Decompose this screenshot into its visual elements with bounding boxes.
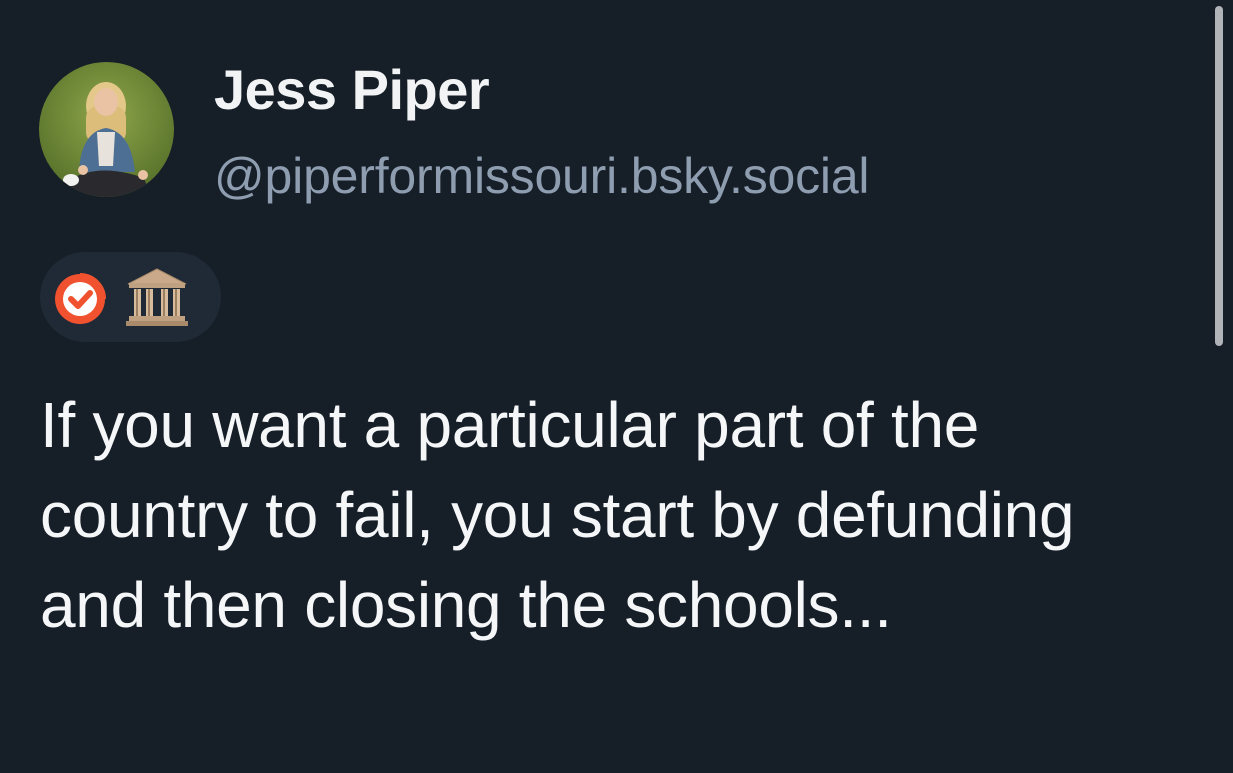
badge-pill[interactable] xyxy=(40,252,221,342)
author-avatar[interactable] xyxy=(39,62,174,197)
post-text: If you want a particular part of the cou… xyxy=(40,389,1075,641)
verified-check-icon xyxy=(54,273,106,330)
scrollbar[interactable] xyxy=(1213,0,1225,773)
author-handle[interactable]: @piperformissouri.bsky.social xyxy=(214,146,870,206)
post: Jess Piper @piperformissouri.bsky.social xyxy=(0,0,1233,773)
author-info: Jess Piper @piperformissouri.bsky.social xyxy=(214,58,870,206)
scrollbar-thumb[interactable] xyxy=(1215,6,1223,346)
author-display-name[interactable]: Jess Piper xyxy=(214,58,869,122)
avatar-photo xyxy=(39,62,174,197)
classical-building-icon xyxy=(124,266,190,333)
